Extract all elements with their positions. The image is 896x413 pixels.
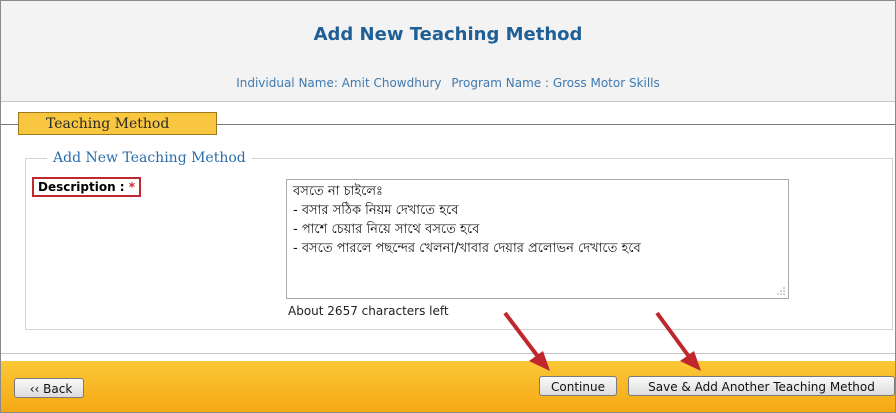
red-arrow-icon <box>655 311 701 371</box>
annotation-arrows <box>503 311 701 371</box>
app-window: Add New Teaching Method Individual Name:… <box>0 0 896 413</box>
red-arrow-icon <box>503 311 550 371</box>
